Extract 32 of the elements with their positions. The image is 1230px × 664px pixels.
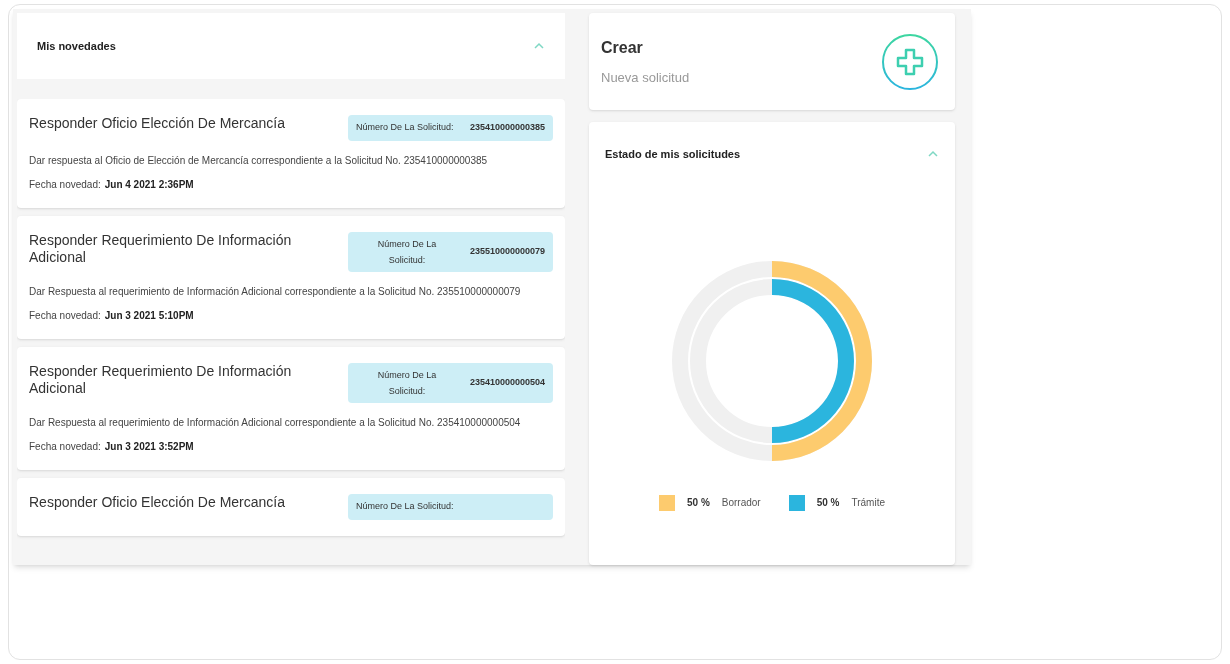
legend-label: Borrador [721,496,761,510]
card-description: Dar Respuesta al requerimiento de Información Adicional correspondiente a la Solicitud No. 235410000000504 [29,416,522,430]
date-value: Jun 3 2021 5:10PM [104,309,194,323]
date-value: Jun 3 2021 3:52PM [104,440,194,454]
plus-circle-icon[interactable] [881,32,939,91]
date-value: Jun 4 2021 2:36PM [104,178,194,192]
badge-number: 235410000000385 [469,121,545,135]
card-title: Responder Oficio Elección De Mercancía [29,494,285,511]
badge-label: Número De La Solicitud: [356,500,454,514]
card-description: Dar respuesta al Oficio de Elección de Mercancía correspondiente a la Solicitud No. 235410000000385 [29,154,489,168]
chevron-up-icon[interactable] [927,150,939,159]
section-title: Estado de mis solicitudes [605,147,741,162]
badge-label: Número De La Solicitud: [376,369,438,398]
section-title: Mis novedades [37,38,116,54]
create-subtitle: Nueva solicitud [601,68,690,87]
card-description: Dar Respuesta al requerimiento de Información Adicional correspondiente a la Solicitud No. 235510000000079 [29,285,522,299]
badge-label: Número De La Solicitud: [376,238,438,267]
date-label: Fecha novedad: [29,178,101,192]
badge-number: 235410000000504 [469,376,545,390]
badge-number: 235510000000079 [469,245,545,259]
date-label: Fecha novedad: [29,440,101,454]
card-title: Responder Requerimiento De Información Adicional [29,232,293,266]
card-title: Responder Oficio Elección De Mercancía [29,115,285,132]
chevron-up-icon[interactable] [533,42,545,50]
legend-percent: 50 % [687,496,710,510]
date-label: Fecha novedad: [29,309,101,323]
create-title: Crear [601,37,644,58]
legend-label: Trámite [851,496,885,510]
legend-percent: 50 % [816,496,840,510]
create-card[interactable]: Crear Nueva solicitud [589,13,955,110]
card-title: Responder Requerimiento De Información Adicional [29,363,293,397]
badge-label: Número De La Solicitud: [356,121,454,135]
